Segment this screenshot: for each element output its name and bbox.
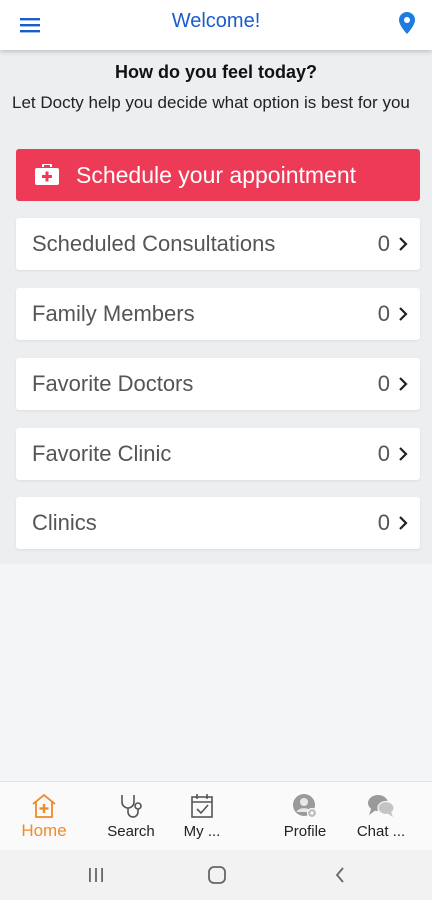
chevron-right-icon <box>394 305 412 323</box>
row-label: Favorite Doctors <box>32 371 194 396</box>
favorite-clinic-row[interactable]: Favorite Clinic 0 <box>16 428 420 480</box>
chevron-right-icon <box>394 235 412 253</box>
chevron-right-icon <box>394 445 412 463</box>
system-nav-bar <box>0 850 432 900</box>
nav-my[interactable]: My ... <box>159 782 245 851</box>
row-label: Family Members <box>32 301 195 326</box>
row-count: 0 <box>377 371 390 396</box>
nav-chat[interactable]: Chat ... <box>338 782 424 851</box>
chevron-right-icon <box>394 375 412 393</box>
schedule-appointment-button[interactable]: Schedule your appointment <box>16 149 420 201</box>
nav-profile[interactable]: Profile <box>262 782 348 851</box>
recent-apps-icon[interactable] <box>81 862 111 888</box>
home-medical-icon <box>28 791 60 821</box>
row-count: 0 <box>377 231 390 256</box>
family-members-row[interactable]: Family Members 0 <box>16 288 420 340</box>
profile-gear-icon <box>289 791 321 821</box>
nav-label: Profile <box>283 823 327 840</box>
favorite-doctors-row[interactable]: Favorite Doctors 0 <box>16 358 420 410</box>
schedule-appointment-label: Schedule your appointment <box>76 161 357 188</box>
scheduled-consultations-row[interactable]: Scheduled Consultations 0 <box>16 218 420 270</box>
home-system-icon[interactable] <box>202 862 232 888</box>
calendar-check-icon <box>186 791 218 821</box>
row-label: Clinics <box>32 510 97 535</box>
row-label: Favorite Clinic <box>32 441 172 466</box>
chevron-right-icon <box>394 514 412 532</box>
clinics-row[interactable]: Clinics 0 <box>16 497 420 549</box>
nav-home[interactable]: Home <box>1 782 87 851</box>
app-bar: Welcome! <box>0 0 432 50</box>
stethoscope-icon <box>115 791 147 821</box>
bottom-nav: Home Search My ... Profile Chat ... <box>0 781 432 850</box>
row-count: 0 <box>377 510 390 535</box>
back-icon[interactable] <box>325 862 355 888</box>
nav-label: Search <box>107 823 155 840</box>
home-content: How do you feel today? Let Docty help yo… <box>0 50 432 564</box>
nav-label: My ... <box>183 823 221 840</box>
intro-subtext: Let Docty help you decide what option is… <box>12 93 410 112</box>
row-count: 0 <box>377 301 390 326</box>
nav-label: Home <box>21 821 67 840</box>
row-label: Scheduled Consultations <box>32 231 276 256</box>
chat-bubbles-icon <box>365 791 397 821</box>
feel-heading: How do you feel today? <box>114 62 317 82</box>
nav-label: Chat ... <box>356 823 406 840</box>
row-count: 0 <box>377 441 390 466</box>
page-title: Welcome! <box>171 10 261 32</box>
medical-briefcase-icon <box>32 160 62 190</box>
location-pin-icon[interactable] <box>392 8 422 38</box>
